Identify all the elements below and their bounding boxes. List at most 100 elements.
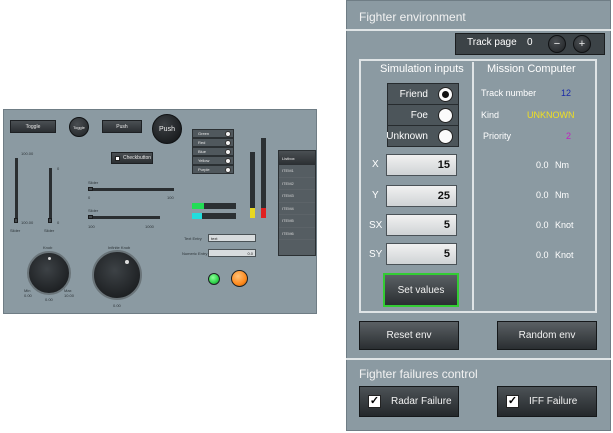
radio-unselected-icon xyxy=(438,129,453,144)
vslider2-handle[interactable] xyxy=(48,218,52,223)
track-page-label: Track page xyxy=(467,37,517,48)
knob1-label: Knob xyxy=(43,245,53,250)
green-led-icon xyxy=(208,273,220,285)
listbox[interactable]: Listbox ITEM1 ITEM2 ITEM3 ITEM4 ITEM5 IT… xyxy=(278,150,316,256)
list-item[interactable]: ITEM3 xyxy=(279,190,315,203)
vslider1-handle[interactable] xyxy=(14,218,18,223)
meter-horizontal-2 xyxy=(192,213,236,219)
vslider2-track[interactable] xyxy=(49,168,52,220)
hslider1-max: 100 xyxy=(167,195,174,200)
iff-failure-toggle[interactable]: ✓ IFF Failure xyxy=(497,386,597,417)
knob2-value: 0.00 xyxy=(113,303,121,308)
vslider2-top-value: 0 xyxy=(57,166,60,171)
checkbox-icon xyxy=(115,155,120,161)
readout-sy-unit: Knot xyxy=(555,250,574,260)
hslider1-label: Slider xyxy=(88,180,99,185)
checkbutton-label: Checkbutton xyxy=(123,155,152,161)
radio-unselected-icon xyxy=(438,108,453,123)
hslider2-handle[interactable] xyxy=(88,215,93,219)
radio-purple[interactable]: Purple xyxy=(192,165,234,174)
fighter-failures-title: Fighter failures control xyxy=(359,367,478,381)
hslider2-label: Slider xyxy=(88,208,99,213)
hslider1-track[interactable] xyxy=(88,188,174,191)
vslider1-track[interactable] xyxy=(15,158,18,220)
meter-fill xyxy=(250,208,255,218)
readout-y-unit: Nm xyxy=(555,190,569,200)
vslider2-bottom-value: 0 xyxy=(57,220,60,225)
knob1-value: 0.00 xyxy=(45,297,53,302)
toggle-button[interactable]: Toggle xyxy=(10,120,56,133)
radio-green[interactable]: Green xyxy=(192,129,234,138)
meter-horizontal-1 xyxy=(192,203,236,209)
random-env-button[interactable]: Random env xyxy=(497,321,597,350)
radio-dot-icon xyxy=(225,166,231,173)
meter-vertical-2 xyxy=(261,138,266,218)
radio-unknown[interactable]: Unknown xyxy=(386,125,459,147)
kind-value: UNKNOWN xyxy=(527,110,575,120)
knob1-indicator xyxy=(48,257,51,260)
vslider1-bottom-value: 100.00 xyxy=(21,220,34,225)
x-label: X xyxy=(372,159,379,170)
failures-divider xyxy=(346,358,611,360)
knob2-indicator xyxy=(125,260,129,264)
knob1-min: Min 0.00 xyxy=(24,288,32,298)
hslider2-max: 1000 xyxy=(145,224,154,229)
readout-x-unit: Nm xyxy=(555,160,569,170)
push-round-button[interactable]: Push xyxy=(152,114,182,144)
priority-value: 2 xyxy=(566,131,572,141)
priority-label: Priority xyxy=(483,131,512,141)
radio-red[interactable]: Red xyxy=(192,138,234,147)
text-entry-label: Text Entry xyxy=(184,236,202,241)
push-button[interactable]: Push xyxy=(102,120,142,133)
listbox-title: Listbox xyxy=(279,151,315,165)
sx-input[interactable]: 5 xyxy=(386,214,457,236)
radar-failure-toggle[interactable]: ✓ Radar Failure xyxy=(359,386,459,417)
track-page-value: 0 xyxy=(527,37,533,48)
radio-dot-icon xyxy=(225,130,231,137)
radio-dot-icon xyxy=(225,139,231,146)
radio-friend[interactable]: Friend xyxy=(387,83,459,105)
meter-fill xyxy=(192,213,202,219)
sx-label: SX xyxy=(369,220,383,231)
y-label: Y xyxy=(372,190,379,201)
sy-input[interactable]: 5 xyxy=(386,243,457,265)
set-values-button[interactable]: Set values xyxy=(383,273,459,307)
hslider1-min: 0 xyxy=(88,195,91,200)
readout-sx-value: 0.0 xyxy=(536,220,549,230)
list-item[interactable]: ITEM6 xyxy=(279,228,315,240)
track-number-label: Track number xyxy=(481,88,537,98)
x-input[interactable]: 15 xyxy=(386,154,457,176)
kind-label: Kind xyxy=(481,110,500,120)
numeric-entry-field[interactable]: 0.0 xyxy=(208,249,256,257)
toggle-round-button[interactable]: Toggle xyxy=(69,117,89,137)
orange-led-icon xyxy=(231,270,248,287)
radio-foe[interactable]: Foe xyxy=(387,104,459,126)
knob2[interactable] xyxy=(92,250,142,300)
reset-env-button[interactable]: Reset env xyxy=(359,321,459,350)
checkbutton[interactable]: Checkbutton xyxy=(111,152,153,164)
hslider1-handle[interactable] xyxy=(88,187,93,191)
hslider2-track[interactable] xyxy=(88,216,160,219)
text-entry-field[interactable]: text xyxy=(208,234,256,242)
radio-blue[interactable]: Blue xyxy=(192,147,234,156)
radio-yellow[interactable]: Yellow xyxy=(192,156,234,165)
list-item[interactable]: ITEM4 xyxy=(279,203,315,215)
radio-dot-icon xyxy=(225,148,231,155)
y-input[interactable]: 25 xyxy=(386,185,457,207)
title-divider xyxy=(346,29,611,31)
track-page-minus-button[interactable]: − xyxy=(548,35,566,53)
list-item[interactable]: ITEM1 xyxy=(279,165,315,178)
widget-demo-panel: Toggle Toggle Push Push Checkbutton 100.… xyxy=(3,109,317,314)
mission-computer-title: Mission Computer xyxy=(487,63,576,75)
vslider1-label: Slider xyxy=(10,228,21,233)
list-item[interactable]: ITEM5 xyxy=(279,215,315,228)
radio-dot-icon xyxy=(225,157,231,164)
checkmark-icon: ✓ xyxy=(506,395,519,408)
readout-sy-value: 0.0 xyxy=(536,250,549,260)
meter-vertical-1 xyxy=(250,152,255,218)
readout-y-value: 0.0 xyxy=(536,190,549,200)
track-page-plus-button[interactable]: + xyxy=(573,35,591,53)
vslider2-label: Slider xyxy=(44,228,55,233)
vslider1-top-value: 100.00 xyxy=(21,151,34,156)
list-item[interactable]: ITEM2 xyxy=(279,178,315,190)
